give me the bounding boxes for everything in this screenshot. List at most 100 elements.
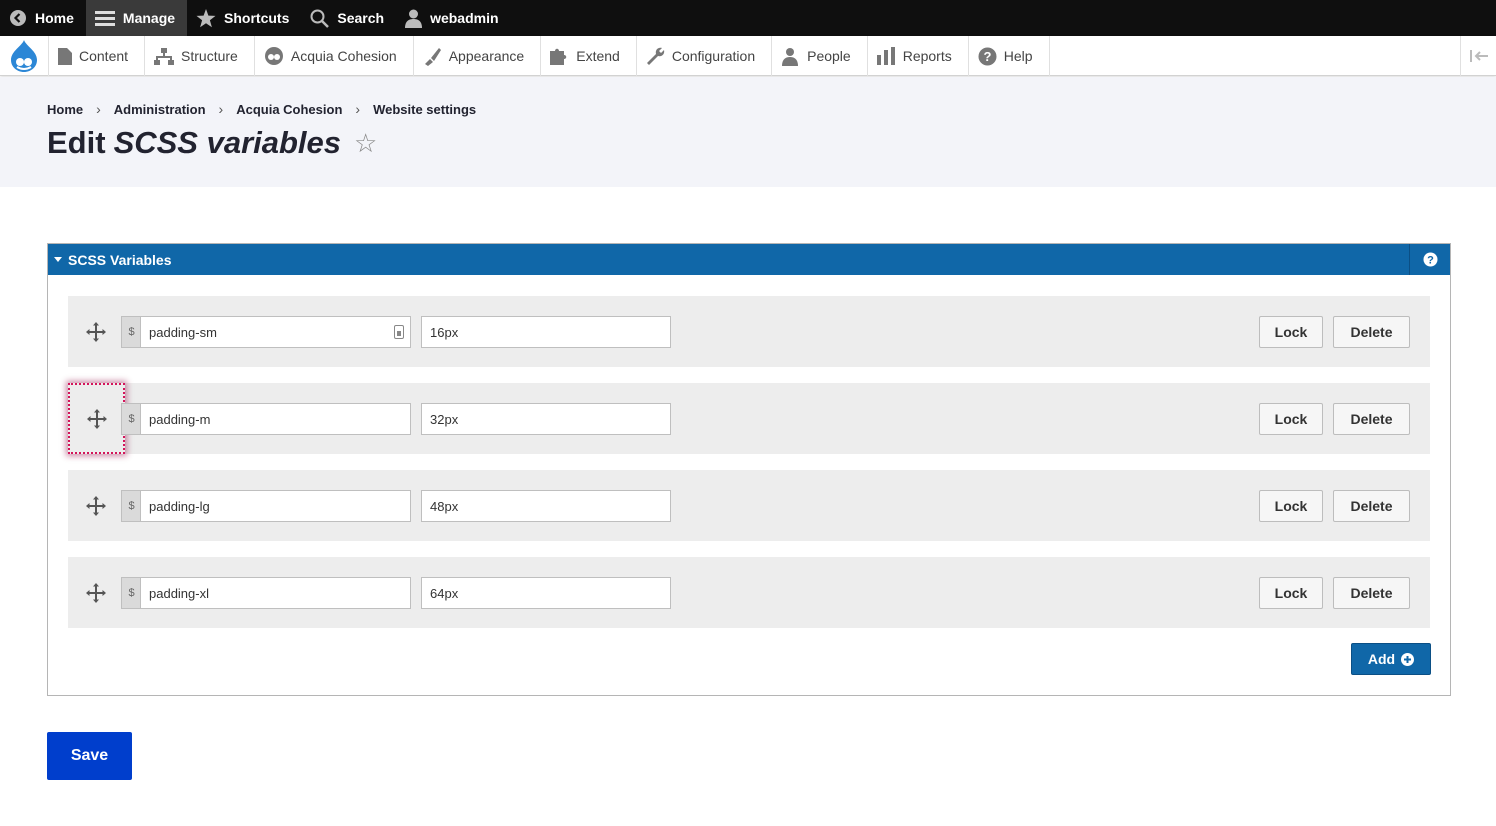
variable-name-value: padding-sm (149, 324, 217, 340)
variable-value-input[interactable]: 64px (421, 577, 671, 609)
variable-value-input[interactable]: 16px (421, 316, 671, 348)
variable-row: $ padding-xl 64px Lock Delete (68, 557, 1430, 628)
variable-name-input[interactable]: padding-m (140, 403, 411, 435)
drag-handle-focused[interactable] (68, 383, 125, 454)
collapse-left-icon (1469, 50, 1488, 62)
move-icon (86, 408, 107, 429)
breadcrumb-website-settings[interactable]: Website settings (373, 102, 476, 117)
back-arrow-icon (10, 10, 26, 26)
breadcrumb-separator: › (218, 101, 224, 117)
lock-button[interactable]: Lock (1259, 316, 1323, 348)
lock-button[interactable]: Lock (1259, 577, 1323, 609)
variable-name-value: padding-m (149, 411, 211, 427)
toolbar-home[interactable]: Home (0, 0, 86, 36)
page-title-prefix: Edit (47, 125, 106, 160)
breadcrumb-administration[interactable]: Administration (114, 102, 206, 117)
toolbar-user[interactable]: webadmin (396, 0, 510, 36)
delete-button[interactable]: Delete (1333, 403, 1410, 435)
variable-value-input[interactable]: 48px (421, 490, 671, 522)
breadcrumb-separator: › (96, 101, 101, 117)
svg-text:?: ? (983, 49, 991, 64)
file-icon (58, 47, 72, 65)
wrench-icon (646, 47, 665, 65)
tray-item-label: Structure (181, 48, 238, 64)
tray-item-configuration[interactable]: Configuration (637, 36, 773, 76)
toolbar-shortcuts[interactable]: Shortcuts (187, 0, 301, 36)
save-button[interactable]: Save (47, 732, 132, 780)
panel-title: SCSS Variables (68, 251, 172, 268)
tray-item-appearance[interactable]: Appearance (414, 36, 542, 76)
breadcrumb-home[interactable]: Home (47, 102, 83, 117)
variable-row: $ padding-sm 16px Lock Delete (68, 296, 1430, 367)
dollar-prefix: $ (121, 316, 141, 348)
help-icon: ? (1423, 252, 1437, 267)
hamburger-icon (94, 11, 115, 26)
admin-toolbar: Home Manage Shortcuts Search webadmin (0, 0, 1496, 36)
drag-handle[interactable] (85, 495, 107, 517)
help-icon: ? (978, 47, 997, 65)
tray-item-structure[interactable]: Structure (145, 36, 255, 76)
delete-button[interactable]: Delete (1333, 316, 1410, 348)
sitemap-icon (154, 47, 175, 65)
toolbar-user-label: webadmin (430, 10, 499, 26)
delete-button[interactable]: Delete (1333, 577, 1410, 609)
delete-button[interactable]: Delete (1333, 490, 1410, 522)
tray-orientation-toggle[interactable] (1460, 36, 1496, 76)
variable-name-input[interactable]: padding-sm (140, 316, 411, 348)
drupal-logo[interactable] (0, 36, 49, 76)
dollar-prefix: $ (121, 490, 141, 522)
drag-handle[interactable] (85, 582, 107, 604)
tray-item-label: Extend (576, 48, 620, 64)
panel-header[interactable]: SCSS Variables ? (48, 244, 1450, 275)
bar-chart-icon (876, 47, 895, 65)
panel-help-button[interactable]: ? (1409, 244, 1450, 275)
brush-icon (424, 47, 441, 66)
variable-name-input[interactable]: padding-lg (140, 490, 411, 522)
tray-item-label: Help (1003, 48, 1033, 64)
tray-item-label: Appearance (448, 48, 525, 64)
variable-value: 48px (430, 498, 459, 514)
breadcrumb: Home › Administration › Acquia Cohesion … (47, 101, 476, 117)
plus-circle-icon (1401, 652, 1415, 666)
shortcut-star-icon[interactable]: ☆ (354, 128, 377, 159)
caret-down-icon (54, 256, 62, 262)
tray-item-label: Content (79, 48, 129, 64)
lock-button[interactable]: Lock (1259, 490, 1323, 522)
variable-name-input[interactable]: padding-xl (140, 577, 411, 609)
breadcrumb-acquia-cohesion[interactable]: Acquia Cohesion (236, 102, 342, 117)
breadcrumb-separator: › (355, 101, 361, 117)
tray-item-label: Reports (902, 48, 952, 64)
tray-item-reports[interactable]: Reports (868, 36, 969, 76)
scss-variables-panel: SCSS Variables ? $ padding-sm 16px Lock … (47, 243, 1451, 696)
add-button-label: Add (1367, 651, 1396, 667)
tray-item-people[interactable]: People (772, 36, 868, 76)
drupal-drop-icon (11, 40, 37, 72)
toolbar-manage[interactable]: Manage (85, 0, 188, 36)
dollar-prefix: $ (121, 577, 141, 609)
add-variable-button[interactable]: Add (1351, 643, 1431, 675)
people-icon (782, 47, 799, 66)
tray-item-extend[interactable]: Extend (541, 36, 637, 76)
toolbar-home-label: Home (35, 10, 74, 26)
variable-name-value: padding-xl (149, 585, 209, 601)
puzzle-icon (550, 48, 567, 65)
lock-button[interactable]: Lock (1259, 403, 1323, 435)
variable-name-value: padding-lg (149, 498, 210, 514)
tray-item-help[interactable]: ? Help (969, 36, 1050, 76)
tray-item-label: Acquia Cohesion (290, 48, 397, 64)
admin-tray: Content Structure Acquia Cohesion Appear… (0, 36, 1496, 76)
drag-handle[interactable] (85, 321, 107, 343)
page-title-emphasis: SCSS variables (113, 125, 342, 160)
move-icon (86, 583, 106, 603)
variable-value: 32px (430, 411, 459, 427)
tray-item-acquia-cohesion[interactable]: Acquia Cohesion (255, 36, 414, 76)
svg-text:?: ? (1427, 255, 1434, 267)
tray-item-content[interactable]: Content (49, 36, 146, 76)
toolbar-search[interactable]: Search (301, 0, 396, 36)
cohesion-icon (264, 47, 283, 65)
toolbar-manage-label: Manage (122, 10, 176, 26)
tray-item-label: Configuration (671, 48, 756, 64)
tray-item-label: People (807, 48, 851, 64)
move-icon (86, 496, 106, 516)
variable-value-input[interactable]: 32px (421, 403, 671, 435)
